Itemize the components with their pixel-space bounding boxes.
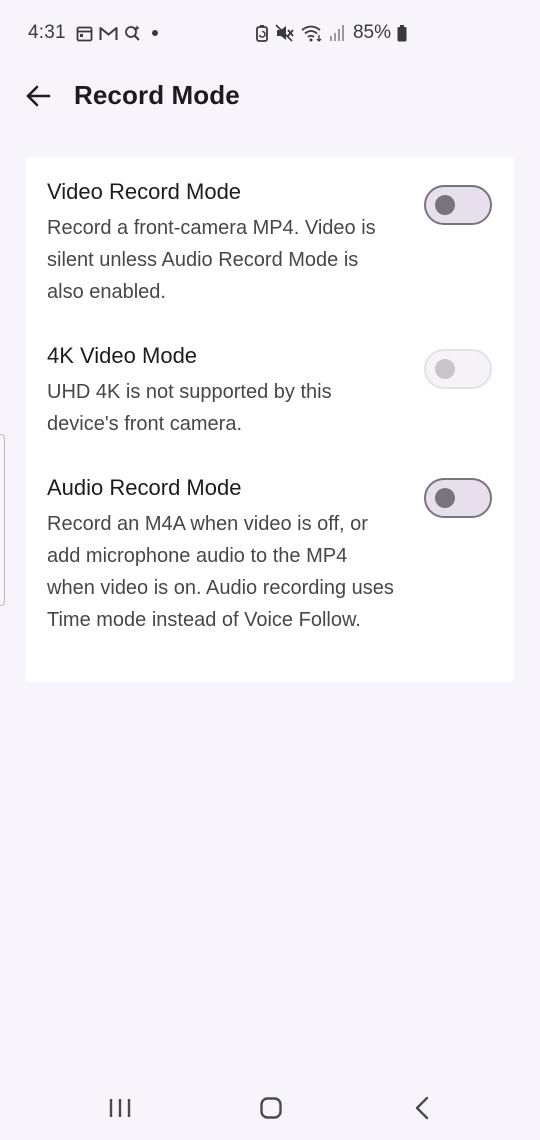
- recents-icon: [108, 1097, 132, 1119]
- recents-button[interactable]: [90, 1088, 150, 1128]
- app-bar: Record Mode: [0, 64, 540, 128]
- navigation-bar: [0, 1078, 540, 1140]
- setting-title: Video Record Mode: [47, 179, 242, 204]
- back-button[interactable]: [18, 76, 58, 116]
- battery-percentage: 85%: [352, 22, 391, 43]
- arrow-left-icon: [25, 84, 51, 108]
- setting-description: Record an M4A when video is off, or add …: [47, 513, 394, 631]
- home-icon: [259, 1096, 283, 1120]
- home-button[interactable]: [241, 1088, 301, 1128]
- system-back-button[interactable]: [392, 1088, 452, 1128]
- setting-title: Audio Record Mode: [47, 475, 242, 500]
- audio-record-mode-toggle[interactable]: [424, 478, 492, 518]
- toggle-knob: [435, 359, 455, 379]
- setting-title: 4K Video Mode: [47, 343, 198, 368]
- setting-description: Record a front-camera MP4. Video is sile…: [47, 217, 376, 303]
- toggle-knob: [435, 488, 455, 508]
- 4k-video-mode-toggle: [424, 349, 492, 389]
- notification-dot-icon: [148, 26, 162, 40]
- page-title: Record Mode: [74, 80, 240, 110]
- setting-description: UHD 4K is not supported by this device's…: [47, 381, 332, 435]
- mute-icon: [275, 24, 295, 42]
- calendar-icon: [76, 25, 93, 42]
- battery-saver-icon: [255, 24, 269, 42]
- search-sparkle-icon: [124, 24, 142, 42]
- video-record-mode-toggle[interactable]: [424, 185, 492, 225]
- status-bar: 4:31 85%: [0, 0, 540, 64]
- battery-icon: [397, 24, 407, 42]
- back-icon: [412, 1096, 432, 1120]
- status-left-group: 4:31: [28, 20, 162, 46]
- status-time: 4:31: [28, 22, 66, 43]
- edge-panel-handle[interactable]: [0, 434, 5, 606]
- signal-icon: [329, 24, 345, 42]
- status-right-group: 85%: [255, 20, 407, 46]
- wifi-icon: [301, 24, 323, 42]
- toggle-knob: [435, 195, 455, 215]
- gmail-icon: [99, 26, 118, 41]
- settings-card: Video Record Mode Record a front-camera …: [26, 157, 514, 682]
